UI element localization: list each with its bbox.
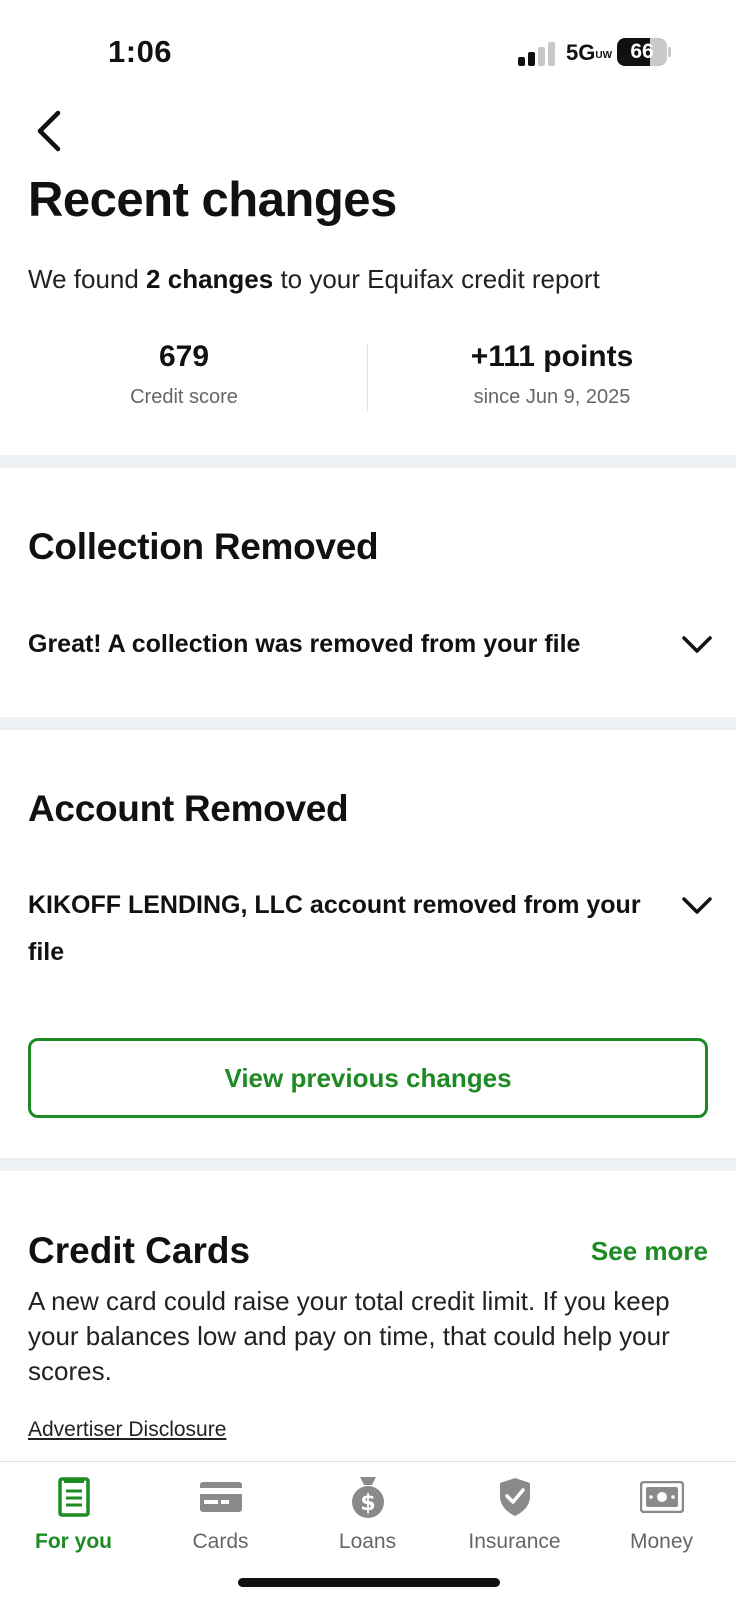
network-type: 5G <box>566 40 596 65</box>
nav-item-for-you[interactable]: For you <box>0 1472 147 1554</box>
section-divider <box>0 1158 736 1171</box>
home-indicator[interactable] <box>238 1578 500 1587</box>
score-change-label: since Jun 9, 2025 <box>473 386 631 408</box>
chevron-down-icon[interactable] <box>680 890 714 920</box>
collection-removed-text: Great! A collection was removed from you… <box>28 630 581 658</box>
page-subtitle: We found 2 changes to your Equifax credi… <box>28 264 600 295</box>
account-removed-title: Account Removed <box>28 788 349 829</box>
nav-item-insurance[interactable]: Insurance <box>441 1472 588 1554</box>
nav-item-loans[interactable]: $ Loans <box>294 1472 441 1554</box>
nav-label-cards: Cards <box>192 1530 249 1553</box>
subtitle-prefix: We found <box>28 264 147 294</box>
credit-card-icon <box>196 1472 246 1522</box>
document-icon <box>49 1472 99 1522</box>
collection-removed-row[interactable]: Great! A collection was removed from you… <box>28 621 714 668</box>
nav-label-insurance: Insurance <box>468 1530 561 1553</box>
chevron-down-icon[interactable] <box>680 629 714 659</box>
view-previous-changes-button[interactable]: View previous changes <box>28 1038 708 1118</box>
view-previous-changes-label: View previous changes <box>224 1062 512 1093</box>
nav-label-for-you: For you <box>35 1530 112 1553</box>
nav-item-cards[interactable]: Cards <box>147 1472 294 1554</box>
battery-icon: 66 <box>617 38 667 66</box>
back-button[interactable] <box>28 108 68 154</box>
chevron-left-icon <box>37 110 61 152</box>
nav-label-loans: Loans <box>338 1530 397 1553</box>
advertiser-disclosure-link[interactable]: Advertiser Disclosure <box>28 1418 226 1442</box>
battery-tip <box>668 47 671 57</box>
collection-removed-title: Collection Removed <box>28 526 379 567</box>
changes-count: 2 changes <box>146 264 274 294</box>
subtitle-suffix: to your Equifax credit report <box>273 264 600 294</box>
banknote-icon <box>637 1472 687 1522</box>
cellular-signal-icon <box>518 40 558 66</box>
battery-percent: 66 <box>630 40 654 63</box>
money-bag-icon: $ <box>343 1472 393 1522</box>
score-change-value: +111 points <box>470 340 634 373</box>
nav-label-money: Money <box>629 1530 694 1553</box>
status-bar: 1:06 5GUW 66 <box>0 0 736 100</box>
account-removed-row[interactable]: KIKOFF LENDING, LLC account removed from… <box>28 882 714 976</box>
credit-cards-title: Credit Cards <box>28 1230 251 1271</box>
network-badge: UW <box>595 50 613 61</box>
network-indicator: 5GUW <box>566 40 613 66</box>
credit-score-label: Credit score <box>130 386 238 408</box>
section-divider <box>0 717 736 730</box>
shield-check-icon <box>490 1472 540 1522</box>
svg-text:$: $ <box>360 1491 375 1516</box>
page-title: Recent changes <box>28 173 397 227</box>
credit-score-stat: 679 Credit score <box>0 340 368 409</box>
score-change-stat: +111 points since Jun 9, 2025 <box>368 340 736 409</box>
credit-score-value: 679 <box>158 340 210 373</box>
nav-item-money[interactable]: Money <box>588 1472 735 1554</box>
account-removed-text: KIKOFF LENDING, LLC account removed from… <box>28 891 641 966</box>
section-divider <box>0 455 736 468</box>
status-time: 1:06 <box>108 34 173 69</box>
see-more-link[interactable]: See more <box>591 1236 708 1267</box>
credit-cards-description: A new card could raise your total credit… <box>28 1286 670 1386</box>
